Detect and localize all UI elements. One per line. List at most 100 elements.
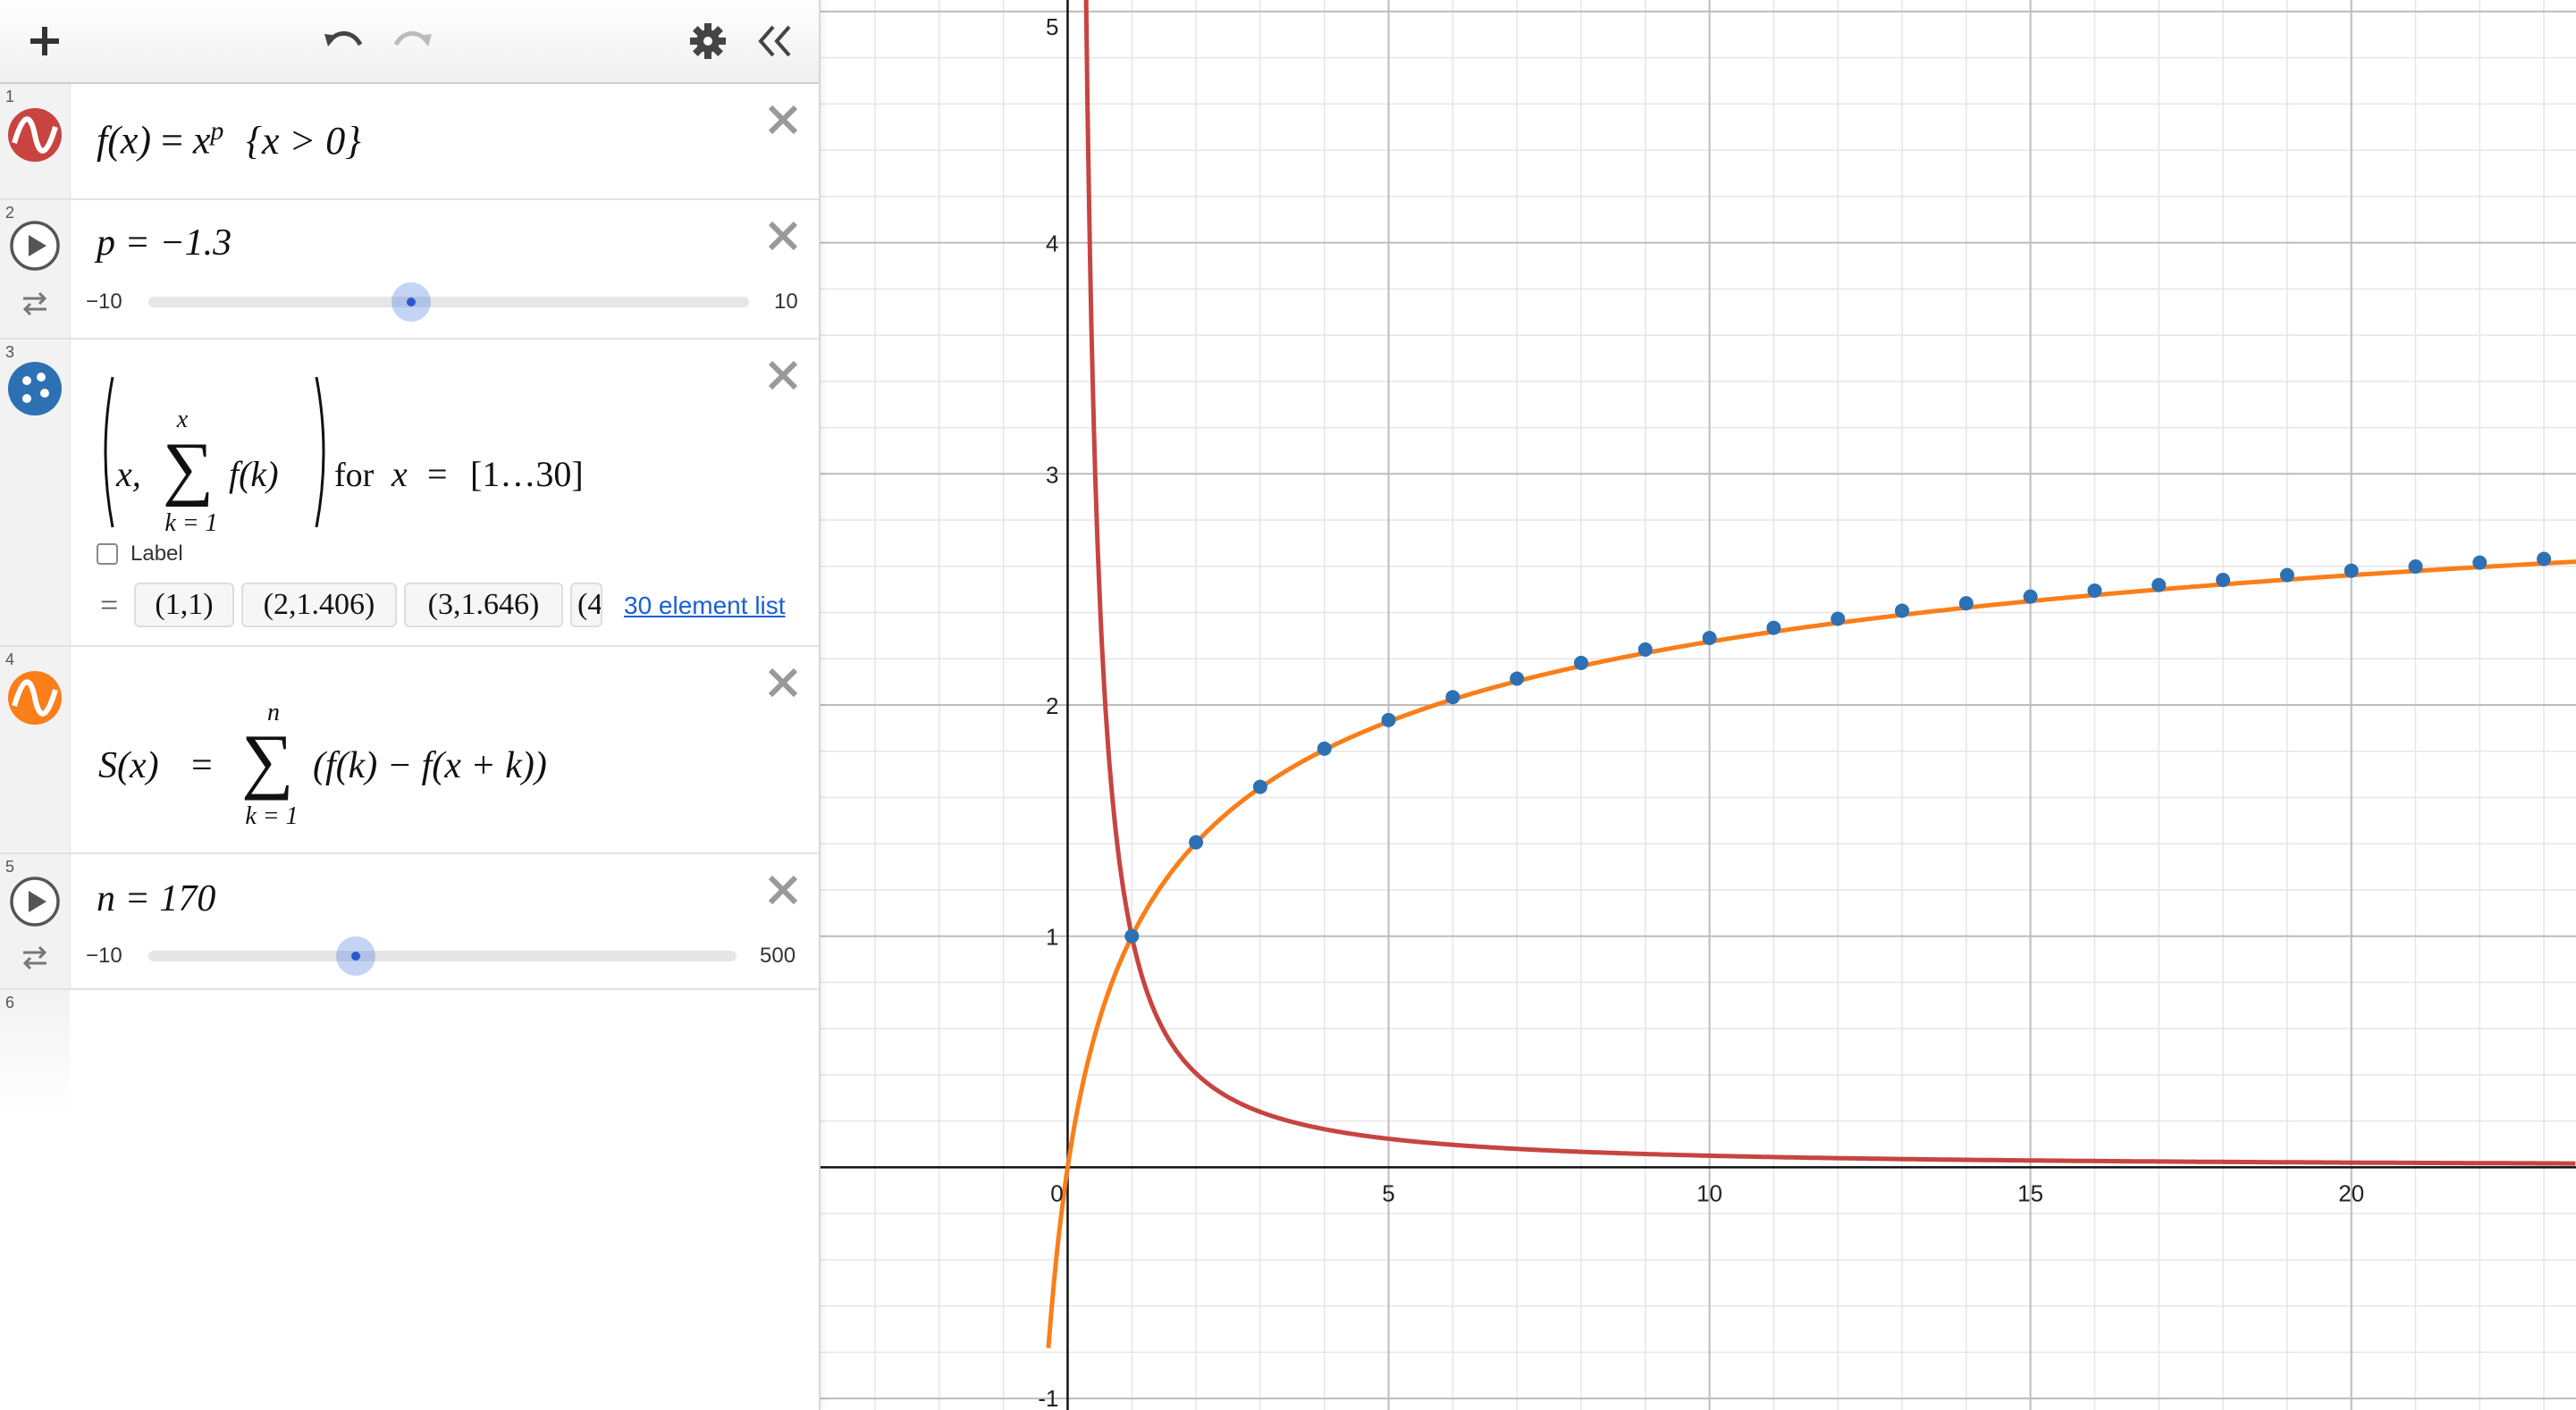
y-tick-label: 5: [1046, 13, 1058, 40]
slider-expression[interactable]: n = 170: [97, 877, 215, 920]
slider-thumb[interactable]: [391, 282, 431, 322]
slider-min-label[interactable]: −10: [86, 944, 122, 969]
expression-row-5[interactable]: 5 n = 170 −10 500: [0, 854, 819, 990]
svg-text:∑: ∑: [241, 719, 293, 801]
data-point: [2151, 577, 2167, 592]
slider-min-label[interactable]: −10: [86, 290, 122, 315]
loop-icon[interactable]: [20, 290, 50, 316]
data-point: [1381, 712, 1396, 727]
play-icon[interactable]: [9, 876, 61, 927]
expression-row-3[interactable]: 3 x, x ∑ k = 1 f(k) for x = [1…30] Label…: [0, 340, 819, 647]
expression-gutter: 4: [0, 647, 71, 852]
expression-row-6[interactable]: 6: [0, 990, 819, 1115]
expression-number: 1: [5, 88, 15, 105]
data-point: [1445, 690, 1461, 705]
for-keyword: for: [334, 457, 375, 494]
expression-row-2[interactable]: 2 p = −1.3 −10 10: [0, 200, 819, 340]
svg-text:=: =: [427, 454, 448, 494]
data-point: [2537, 551, 2552, 567]
evaluation-equals: =: [100, 587, 119, 623]
data-point: [2279, 567, 2294, 583]
double-chevron-left-icon[interactable]: [753, 20, 797, 63]
sum-lower: k = 1: [164, 509, 217, 533]
expression-gutter: 5: [0, 854, 71, 988]
slider-track[interactable]: [148, 951, 737, 961]
data-point: [1958, 596, 1974, 611]
slider-max-label[interactable]: 500: [760, 944, 796, 969]
close-icon[interactable]: [763, 356, 803, 395]
close-icon[interactable]: [763, 216, 803, 256]
summand: (f(k) − f(x + k)): [313, 745, 547, 786]
list-value-chip: (2,1.406): [241, 583, 397, 627]
redo-icon[interactable]: [388, 20, 438, 63]
function-graph-icon[interactable]: [7, 670, 63, 726]
data-point: [2408, 559, 2423, 575]
y-tick-label: 3: [1046, 461, 1058, 488]
data-point: [1124, 928, 1140, 944]
loop-icon[interactable]: [20, 944, 50, 970]
slider-thumb[interactable]: [336, 936, 375, 976]
curves: [1046, 0, 2576, 1348]
expression-row-4[interactable]: 4 S(x) = n ∑ k = 1 (f(k) − f(x + k)): [0, 647, 819, 854]
data-point: [2087, 583, 2102, 598]
expression-list-panel: 1 f(x) = xp {x > 0} 2 p = −1.3 −10 10 3 …: [0, 0, 821, 1410]
data-point: [1766, 620, 1781, 635]
y-tick-label: 1: [1046, 924, 1058, 951]
expression-row-1[interactable]: 1 f(x) = xp {x > 0}: [0, 84, 819, 200]
expression-number: 3: [5, 343, 15, 361]
expression-gutter: 1: [0, 84, 71, 198]
expression-gutter: 3: [0, 340, 71, 645]
plus-icon[interactable]: [23, 20, 66, 63]
expression-number: 5: [5, 858, 15, 876]
label-checkbox-text: Label: [130, 541, 183, 566]
data-point: [1252, 779, 1267, 794]
function-lhs: S(x): [98, 745, 159, 786]
slider-max-label[interactable]: 10: [774, 290, 798, 315]
list-value-chip: (3,1.646): [404, 583, 563, 627]
data-point: [1573, 655, 1588, 670]
expression-number: 6: [5, 994, 15, 1011]
expression-latex[interactable]: f(x) = xp {x > 0}: [97, 116, 361, 164]
sum-lower: k = 1: [245, 802, 298, 827]
x-tick-label: 0: [1050, 1179, 1063, 1206]
x-tick-label: 10: [1696, 1179, 1722, 1206]
slider-expression[interactable]: p = −1.3: [97, 222, 232, 264]
element-list-link[interactable]: 30 element list: [620, 592, 786, 620]
data-point: [1189, 835, 1204, 850]
function-base: x: [192, 118, 211, 163]
data-point: [2344, 563, 2359, 578]
close-icon[interactable]: [763, 870, 803, 910]
undo-icon[interactable]: [318, 20, 368, 63]
graph-canvas[interactable]: 0 5 10 15 20 -1 1 2 3 4 5: [821, 0, 2576, 1410]
x-tick-label: 20: [2338, 1179, 2364, 1206]
y-tick-label: 4: [1046, 231, 1058, 257]
data-point: [1894, 603, 1909, 618]
summand: f(k): [229, 454, 279, 494]
slider-track[interactable]: [148, 297, 749, 307]
expression-gutter: 2: [0, 200, 71, 338]
function-exponent: p: [210, 116, 224, 146]
list-value-chip: (4: [570, 583, 602, 627]
points-icon[interactable]: [7, 361, 63, 416]
data-point: [2023, 589, 2038, 604]
gear-icon[interactable]: [686, 20, 729, 63]
function-restriction: {x > 0}: [246, 118, 361, 163]
list-range: [1…30]: [470, 454, 584, 494]
point-x: x,: [115, 454, 141, 494]
expression-number: 4: [5, 650, 15, 668]
data-point: [1317, 741, 1332, 756]
s-curve: [1046, 559, 2576, 1348]
list-value-chip: (1,1): [134, 583, 234, 627]
play-icon[interactable]: [9, 220, 61, 272]
function-graph-icon[interactable]: [7, 107, 63, 163]
data-point: [2216, 573, 2231, 588]
for-variable: x: [391, 454, 408, 494]
x-tick-label: 5: [1382, 1179, 1394, 1206]
svg-text:=: =: [191, 745, 213, 786]
checkbox[interactable]: [97, 543, 118, 565]
expression-latex[interactable]: S(x) = n ∑ k = 1 (f(k) − f(x + k)): [95, 684, 631, 827]
close-icon[interactable]: [763, 663, 803, 702]
label-checkbox[interactable]: Label: [97, 541, 183, 567]
close-icon[interactable]: [763, 100, 803, 139]
expression-latex[interactable]: x, x ∑ k = 1 f(k) for x = [1…30]: [95, 372, 631, 533]
